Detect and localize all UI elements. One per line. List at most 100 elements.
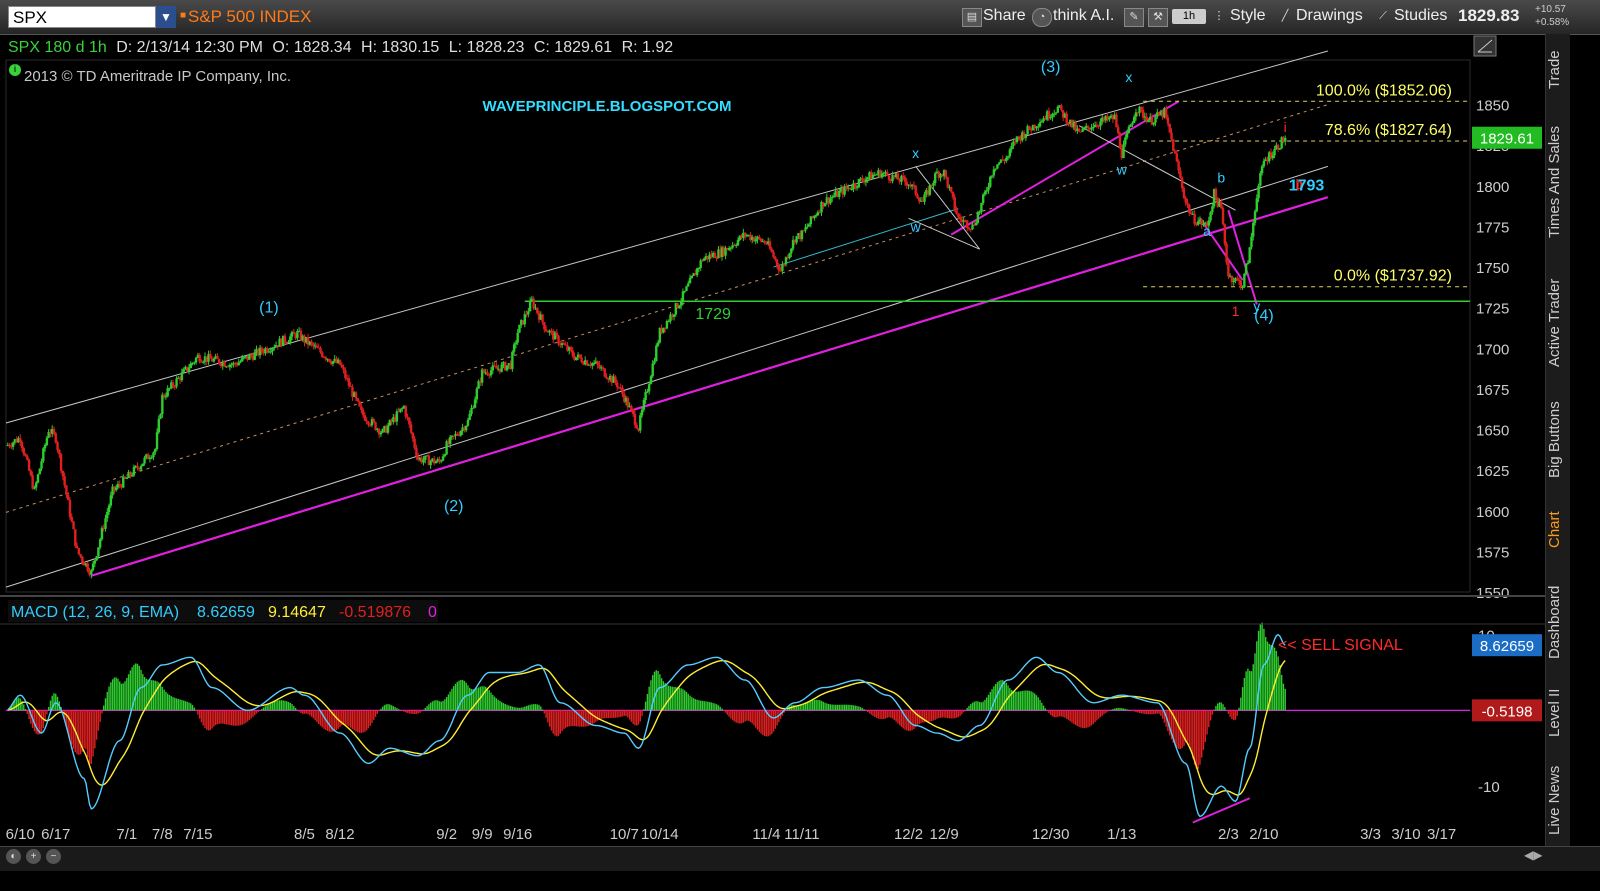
candle-body: [1067, 123, 1070, 125]
candle-body: [1152, 122, 1155, 125]
candle-body: [233, 362, 237, 365]
candle-body: [944, 170, 948, 178]
zoom-in-icon[interactable]: +: [26, 849, 41, 864]
candle-body: [994, 168, 997, 170]
candle-body: [166, 388, 169, 397]
candle-body: [482, 369, 486, 373]
candle-body: [35, 482, 38, 488]
candle-body: [95, 556, 98, 561]
candle-body: [26, 456, 29, 460]
wave-label: w: [910, 218, 922, 234]
candle-body: [880, 173, 884, 178]
candle-body: [1237, 279, 1241, 281]
candle-body: [541, 314, 544, 323]
bottom-bar: [0, 846, 1600, 871]
candle-body: [754, 239, 757, 242]
candle-body: [58, 449, 61, 455]
price-chart[interactable]: 1550 1575 1600 1625 1650 1675 1700 1725 1750 1775…: [0, 0, 1545, 846]
sidebar-tab-live-news[interactable]: Live News: [1546, 755, 1568, 845]
candle-body: [1168, 123, 1171, 133]
candle-body: [1260, 166, 1264, 174]
sidebar-tab-big-buttons[interactable]: Big Buttons: [1546, 390, 1568, 490]
candle-body: [52, 429, 56, 434]
candle-body: [193, 362, 196, 364]
candle-body: [838, 191, 841, 197]
candle-body: [22, 448, 25, 455]
blog-annotation: WAVEPRINCIPLE.BLOGSPOT.COM: [483, 98, 732, 115]
candle-body: [932, 183, 935, 186]
candle-body: [1133, 116, 1136, 123]
candle-body: [1006, 156, 1010, 158]
candle-body: [665, 321, 669, 329]
candle-body: [90, 570, 93, 575]
channel-lower-line[interactable]: [5, 165, 1329, 588]
candle-body: [703, 258, 706, 261]
candle-body: [1122, 144, 1125, 159]
candle-body: [536, 307, 539, 313]
candle-body: [569, 347, 573, 351]
candle-body: [132, 466, 136, 476]
x-tick-label: 10/14: [641, 826, 679, 843]
wave-label: i: [1284, 119, 1287, 135]
candle-body: [154, 449, 157, 453]
scroll-arrows-icon[interactable]: ◀▶: [1524, 848, 1542, 862]
macd-diff-tag-text: -0.5198: [1482, 703, 1533, 720]
zoom-out-icon[interactable]: −: [46, 849, 61, 864]
candle-body: [512, 344, 516, 352]
candle-body: [1108, 117, 1111, 120]
candle-body: [148, 458, 152, 460]
candle-body: [1184, 197, 1187, 203]
candle-body: [489, 370, 493, 376]
last-price-tag-text: 1829.61: [1480, 131, 1534, 148]
candle-body: [29, 470, 33, 476]
candle-body: [1008, 149, 1012, 157]
x-tick-label: 10/7: [610, 826, 639, 843]
candle-body: [1024, 134, 1028, 139]
candle-body: [456, 433, 459, 436]
candle-body: [667, 320, 670, 322]
x-tick-label: 3/17: [1427, 826, 1456, 843]
x-tick-label: 11/4: [752, 826, 780, 843]
candle-body: [980, 203, 983, 212]
candle-body: [66, 494, 70, 501]
candle-body: [486, 372, 489, 375]
candle-body: [209, 354, 212, 359]
candle-body: [218, 359, 221, 364]
macd-divergence-line[interactable]: [1192, 797, 1251, 824]
sidebar-tab-times-and-sales[interactable]: Times And Sales: [1546, 110, 1568, 255]
candle-body: [1214, 189, 1218, 198]
candle-body: [832, 195, 836, 198]
candle-body: [585, 360, 589, 365]
candle-body: [164, 396, 168, 398]
candle-body: [1211, 206, 1214, 213]
sidebar-tab-active-trader[interactable]: Active Trader: [1546, 265, 1568, 380]
candle-body: [123, 476, 127, 479]
channel-mid-line[interactable]: [5, 104, 1329, 513]
macd-title[interactable]: MACD (12, 26, 9, EMA): [11, 604, 179, 621]
candle-body: [470, 407, 473, 414]
candle-body: [1131, 122, 1134, 125]
candle-body: [1257, 185, 1260, 199]
expand-icon[interactable]: ◐: [6, 849, 21, 864]
candle-body: [409, 424, 413, 433]
candle-body: [1180, 177, 1184, 189]
sidebar-tab-trade[interactable]: Trade: [1546, 40, 1568, 100]
sidebar-tab-chart[interactable]: Chart: [1546, 500, 1568, 560]
candle-body: [65, 485, 68, 495]
wedge-line-c[interactable]: [1078, 125, 1236, 211]
candle-body: [472, 407, 475, 409]
sidebar-tab-level-ii[interactable]: Level II: [1546, 680, 1568, 745]
candle-body: [38, 468, 41, 475]
candle-body: [114, 487, 118, 491]
candle-body: [361, 409, 365, 416]
y-tick-label: 1850: [1476, 98, 1509, 115]
candle-body: [287, 341, 290, 343]
sell-signal-annotation: << SELL SIGNAL: [1278, 637, 1403, 654]
candle-body: [631, 409, 635, 414]
candle-body: [697, 267, 701, 269]
candle-body: [104, 518, 107, 529]
y-tick-label: 1775: [1476, 219, 1509, 236]
candle-body: [63, 476, 66, 486]
sidebar-tab-dashboard[interactable]: Dashboard: [1546, 575, 1568, 670]
y-tick-label: 1675: [1476, 382, 1509, 399]
